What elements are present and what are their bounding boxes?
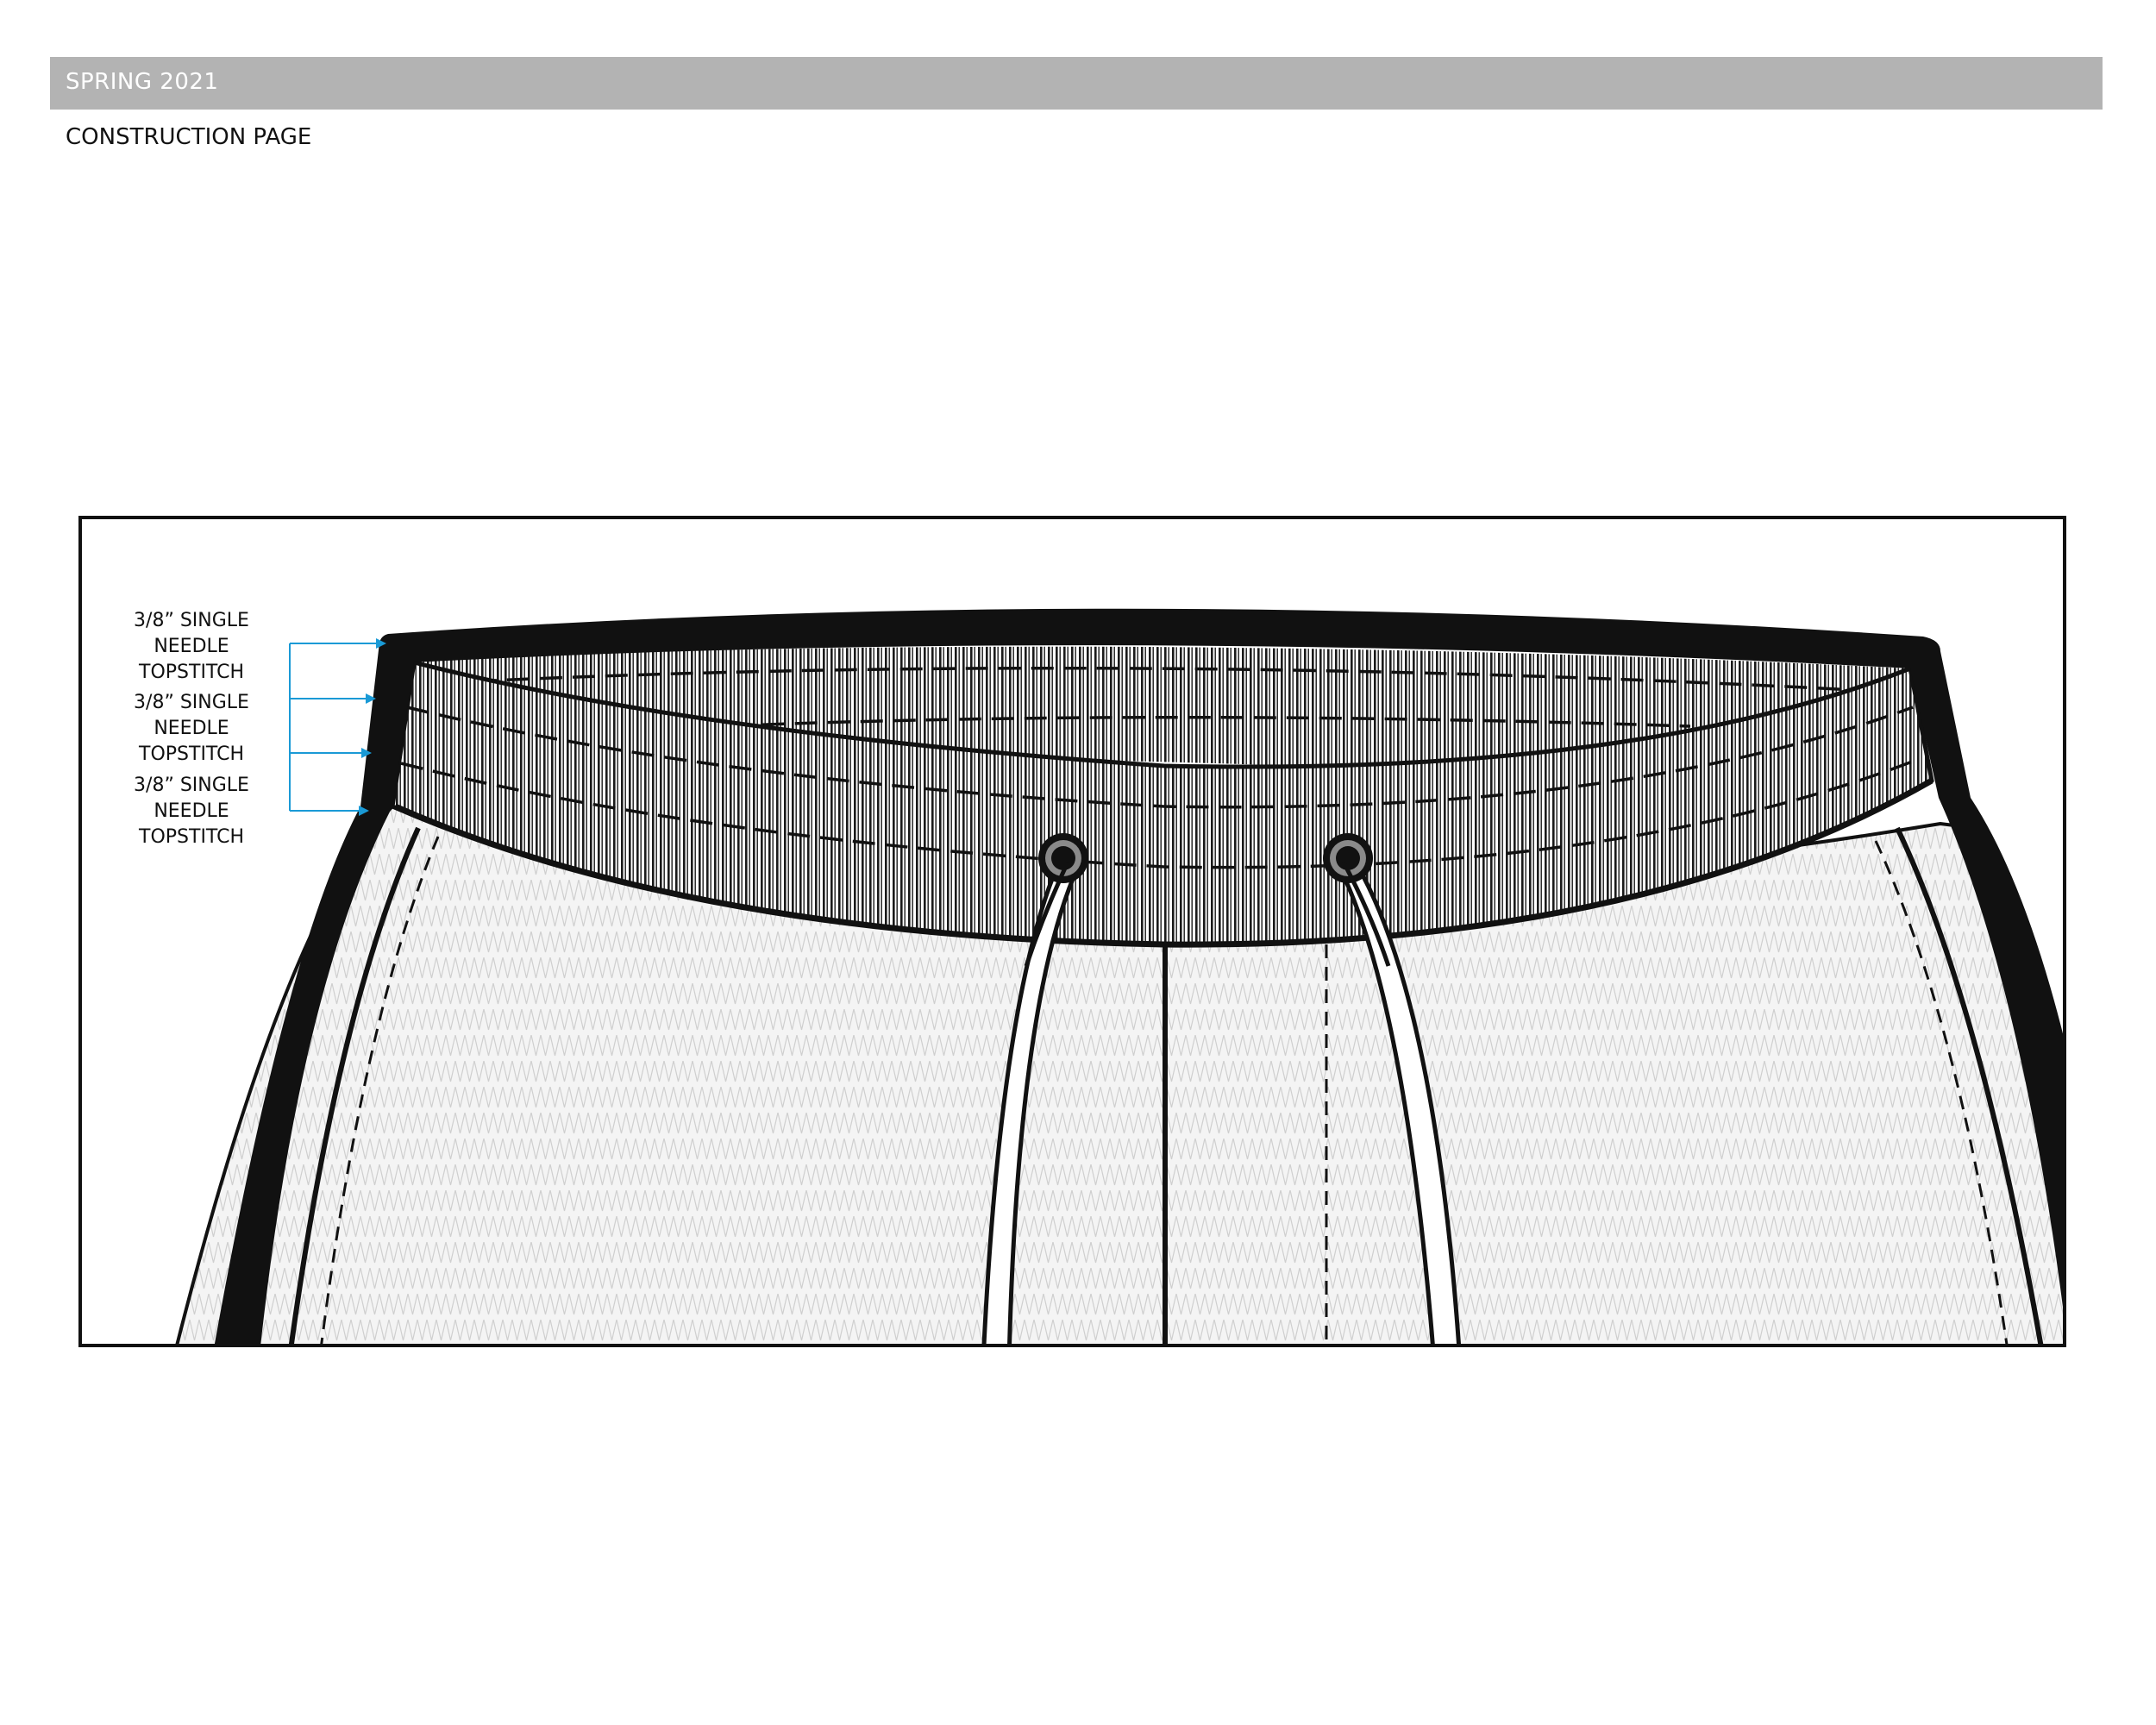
callout-topstitch-2: 3/8” SINGLE NEEDLE TOPSTITCH (97, 690, 286, 768)
callout-line: 3/8” SINGLE (134, 610, 249, 631)
construction-drawing (78, 516, 2066, 1347)
callout-line: 3/8” SINGLE (134, 775, 249, 796)
callout-line: TOPSTITCH (139, 826, 244, 848)
callout-line: TOPSTITCH (139, 743, 244, 765)
callout-line: NEEDLE (154, 800, 229, 822)
shorts-illustration (175, 608, 2065, 1346)
callout-line: NEEDLE (154, 636, 229, 657)
callout-line: 3/8” SINGLE (134, 692, 249, 713)
callout-line: NEEDLE (154, 718, 229, 739)
callout-line: TOPSTITCH (139, 662, 244, 683)
callout-topstitch-1: 3/8” SINGLE NEEDLE TOPSTITCH (97, 608, 286, 686)
callout-topstitch-3: 3/8” SINGLE NEEDLE TOPSTITCH (97, 773, 286, 850)
grommet-right (1323, 833, 1373, 883)
